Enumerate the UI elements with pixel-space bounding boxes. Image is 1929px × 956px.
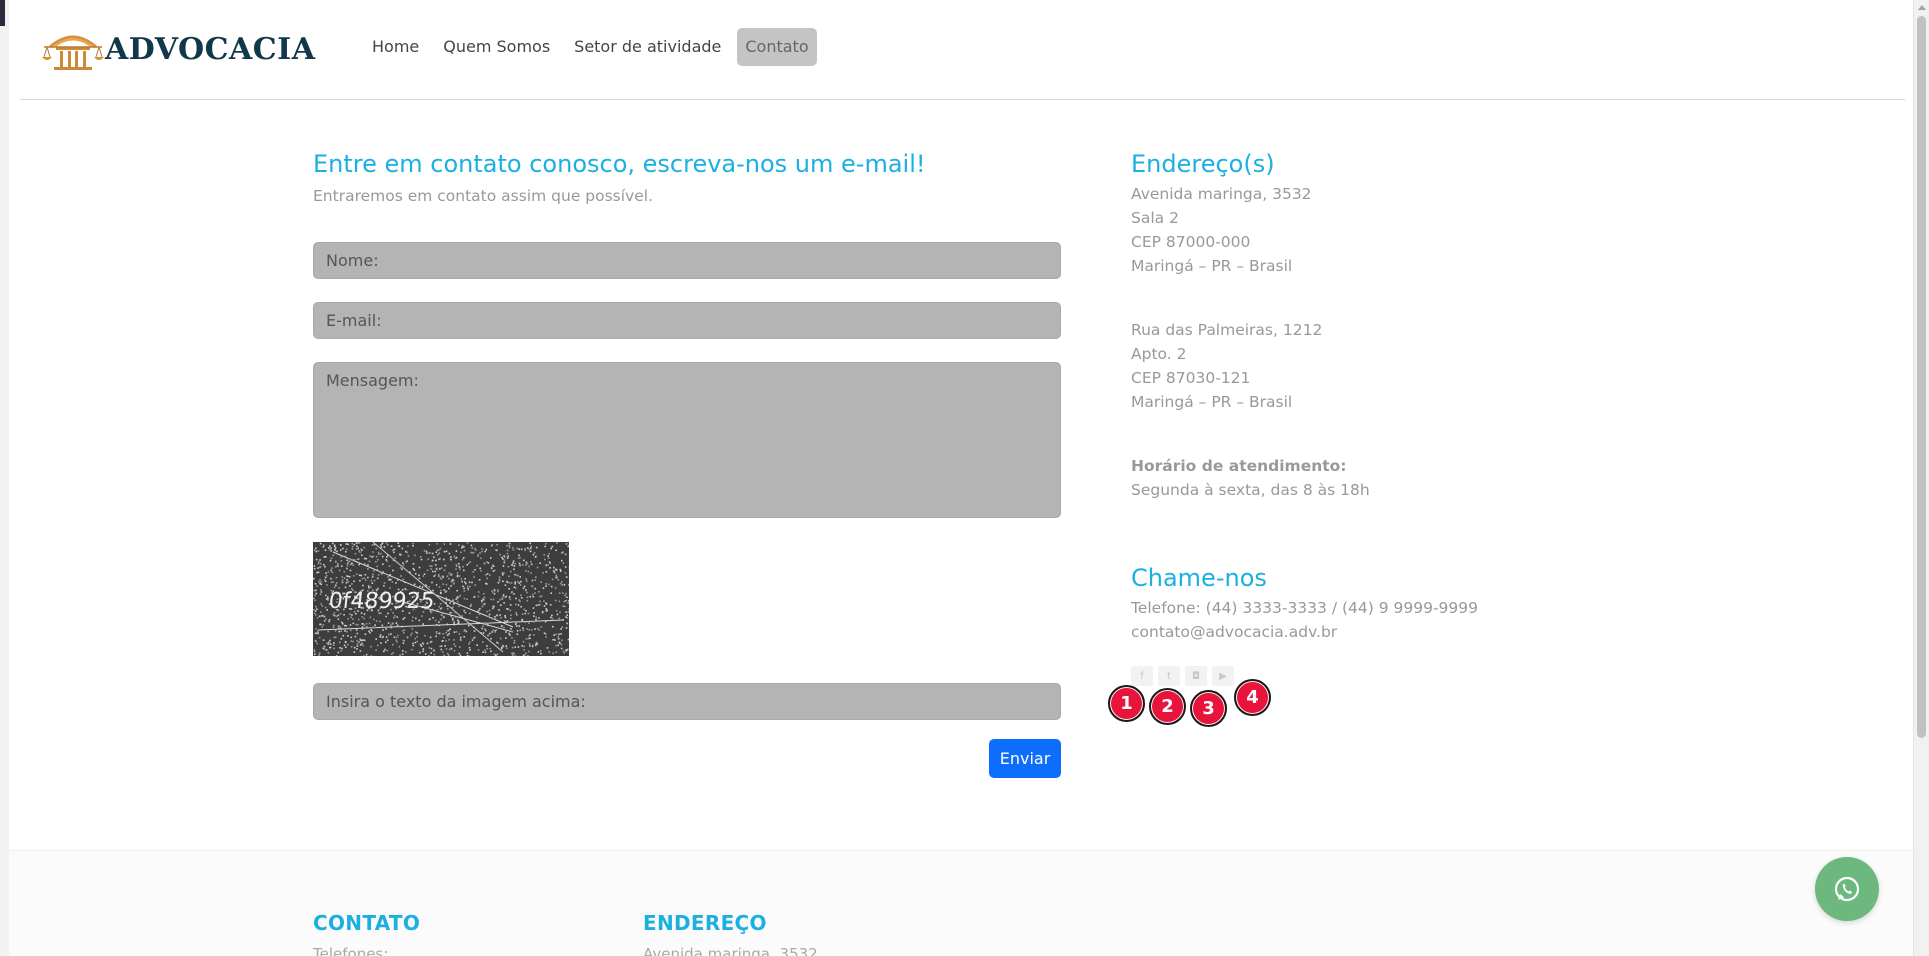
email-link[interactable]: contato@advocacia.adv.br [1131, 620, 1531, 644]
site-footer: CONTATO Telefones: ENDEREÇO Avenida mari… [9, 850, 1913, 956]
opening-hours: Horário de atendimento: Segunda à sexta,… [1131, 454, 1531, 502]
address-line: CEP 87000-000 [1131, 233, 1251, 251]
captcha-text: 0f489925 [327, 589, 435, 614]
nav-home[interactable]: Home [364, 28, 427, 66]
name-field[interactable]: Nome: [313, 242, 1061, 279]
whatsapp-icon [1834, 876, 1860, 902]
captcha-image: 0f489925 [313, 542, 569, 656]
address-line: Maringá – PR – Brasil [1131, 393, 1293, 411]
whatsapp-button[interactable] [1815, 857, 1879, 921]
address-block-2: Rua das Palmeiras, 1212 Apto. 2 CEP 8703… [1131, 318, 1531, 414]
call-title: Chame-nos [1131, 564, 1267, 592]
scroll-up-arrow-icon[interactable] [1918, 5, 1926, 10]
footer-address-text: Avenida maringa, 3532 [643, 945, 818, 956]
annotation-marker: 1 [1108, 685, 1145, 722]
address-line: Apto. 2 [1131, 345, 1187, 363]
nav-quem-somos[interactable]: Quem Somos [435, 28, 558, 66]
social-links: f t ◘ ▶ [1131, 666, 1239, 686]
hours-value: Segunda à sexta, das 8 às 18h [1131, 481, 1370, 499]
address-line: Rua das Palmeiras, 1212 [1131, 321, 1323, 339]
contact-info: Endereço(s) Avenida maringa, 3532 Sala 2… [1131, 148, 1531, 644]
address-line: Maringá – PR – Brasil [1131, 257, 1293, 275]
window-corner [0, 0, 5, 26]
site-header: ADVOCACIA Home Quem Somos Setor de ativi… [20, 0, 1905, 100]
address-line: Sala 2 [1131, 209, 1179, 227]
contact-form-header: Entre em contato conosco, escreva-nos um… [313, 148, 1061, 206]
address-title: Endereço(s) [1131, 150, 1275, 178]
left-edge-strip [0, 0, 9, 956]
annotation-marker: 4 [1234, 679, 1271, 716]
annotation-marker: 2 [1149, 688, 1186, 725]
footer-contact-text: Telefones: [313, 945, 389, 956]
address-line: CEP 87030-121 [1131, 369, 1251, 387]
twitter-icon[interactable]: t [1158, 666, 1180, 686]
nav-contato[interactable]: Contato [737, 28, 817, 66]
email-field[interactable]: E-mail: [313, 302, 1061, 339]
main-nav: Home Quem Somos Setor de atividade Conta… [364, 28, 825, 66]
phone-text: Telefone: (44) 3333-3333 / (44) 9 9999-9… [1131, 599, 1478, 617]
address-line: Avenida maringa, 3532 [1131, 185, 1312, 203]
vertical-scrollbar[interactable] [1913, 0, 1929, 956]
site-logo[interactable]: ADVOCACIA [42, 24, 316, 74]
send-button[interactable]: Enviar [989, 739, 1061, 778]
scales-of-justice-icon [42, 35, 104, 70]
captcha-input[interactable]: Insira o texto da imagem acima: [313, 683, 1061, 720]
youtube-icon[interactable]: ▶ [1212, 666, 1234, 686]
footer-contact-title: CONTATO [313, 911, 421, 935]
form-subtitle: Entraremos em contato assim que possível… [313, 187, 654, 205]
annotation-marker: 3 [1190, 690, 1227, 727]
scrollbar-thumb[interactable] [1917, 16, 1926, 738]
address-block-1: Avenida maringa, 3532 Sala 2 CEP 87000-0… [1131, 182, 1531, 278]
message-field[interactable]: Mensagem: [313, 362, 1061, 518]
footer-address-title: ENDEREÇO [643, 911, 767, 935]
form-title: Entre em contato conosco, escreva-nos um… [313, 150, 926, 178]
nav-setor-de-atividade[interactable]: Setor de atividade [566, 28, 729, 66]
facebook-icon[interactable]: f [1131, 666, 1153, 686]
hours-label: Horário de atendimento: [1131, 457, 1347, 475]
logo-text: ADVOCACIA [105, 31, 316, 67]
instagram-icon[interactable]: ◘ [1185, 666, 1207, 686]
